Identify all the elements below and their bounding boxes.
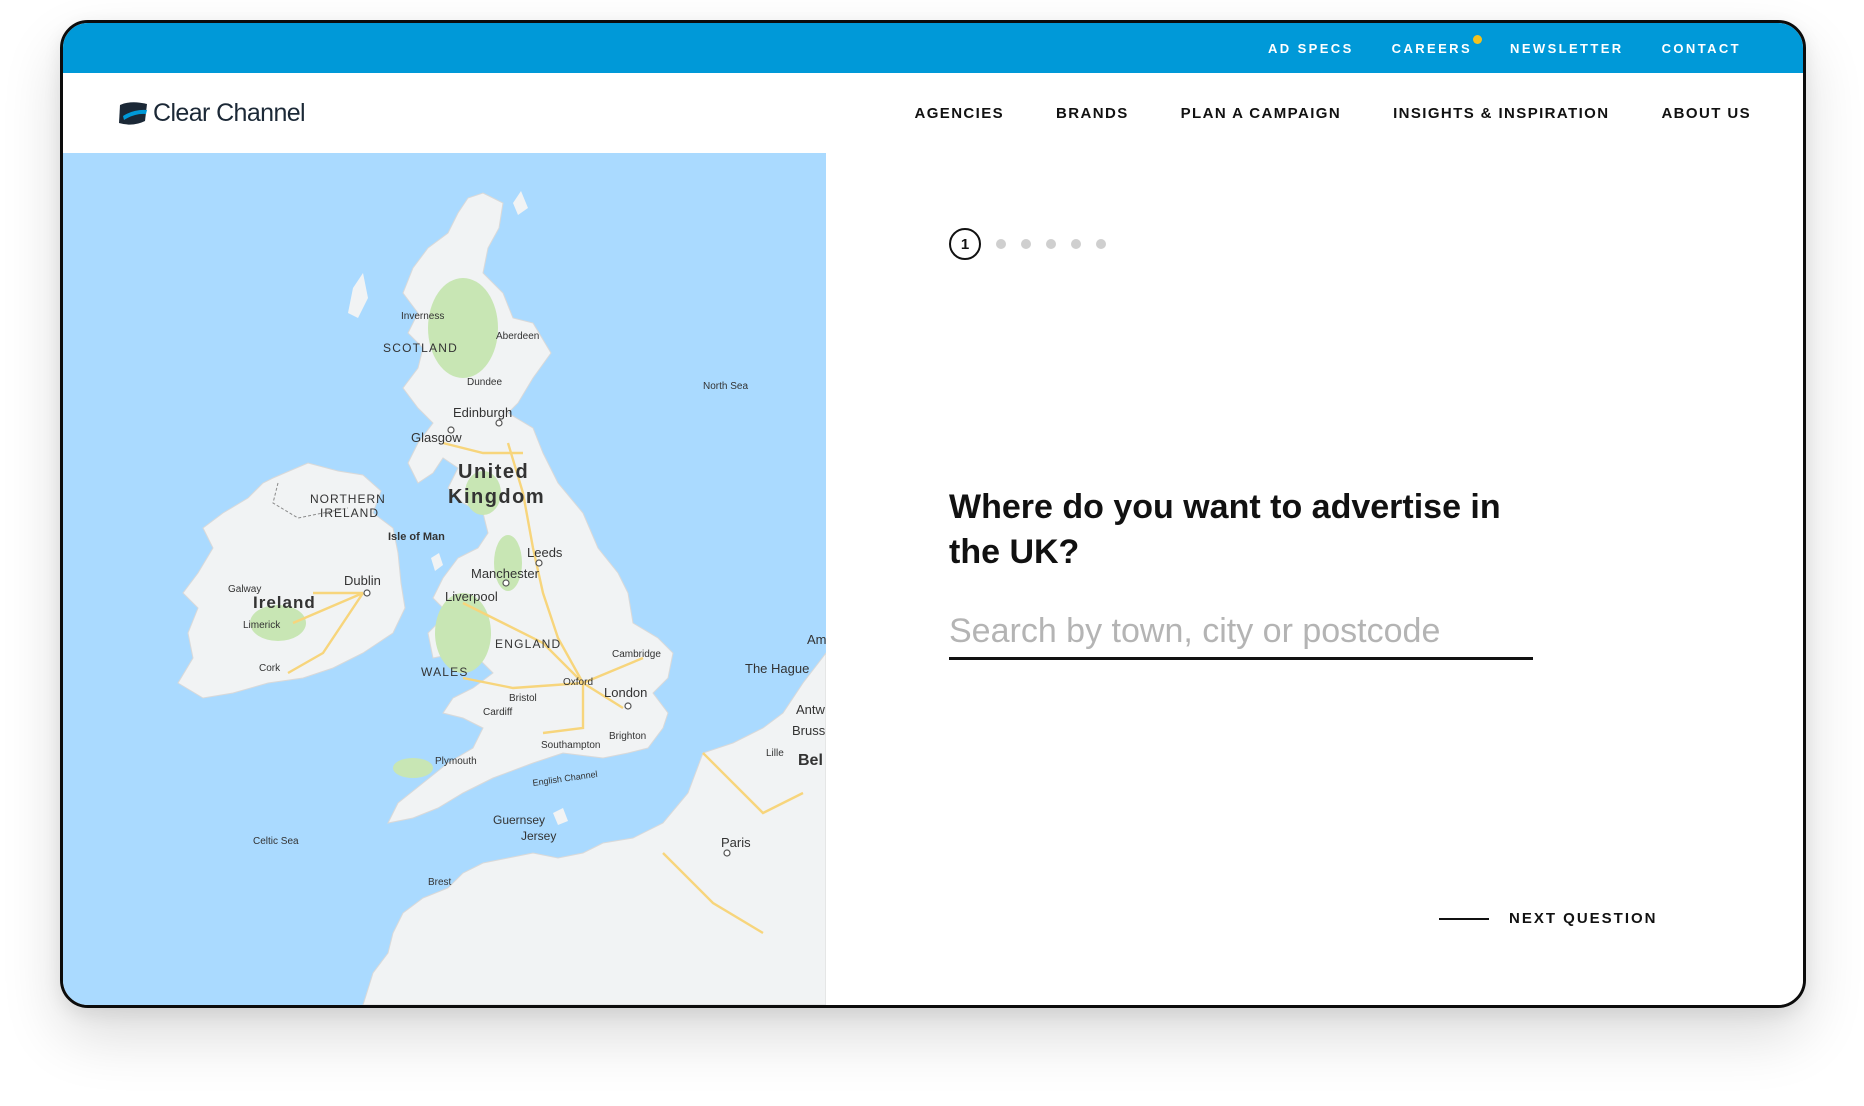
label-celtic-sea: Celtic Sea [253, 836, 299, 847]
label-dundee: Dundee [467, 377, 502, 388]
label-aberdeen: Aberdeen [496, 331, 539, 342]
marker-edinburgh [495, 419, 503, 427]
label-jersey: Jersey [521, 829, 556, 843]
wales-green [435, 593, 491, 673]
next-question-button[interactable]: NEXT QUESTION [1439, 910, 1658, 927]
question-heading: Where do you want to advertise in the UK… [949, 488, 1501, 571]
location-search-input[interactable] [949, 609, 1533, 653]
logo-text: Clear Channel [153, 99, 306, 127]
next-question-label: NEXT QUESTION [1509, 910, 1658, 927]
utility-bar: AD SPECS CAREERS NEWSLETTER CONTACT [63, 23, 1803, 73]
label-london: London [604, 685, 647, 700]
label-edinburgh: Edinburgh [453, 405, 512, 420]
marker-dublin [363, 589, 371, 597]
utility-links: AD SPECS CAREERS NEWSLETTER CONTACT [1230, 23, 1741, 73]
main-nav: AGENCIES BRANDS PLAN A CAMPAIGN INSIGHTS… [862, 73, 1751, 153]
label-guernsey: Guernsey [493, 813, 545, 827]
label-the-hague: The Hague [745, 661, 809, 676]
label-bel: Bel [798, 752, 823, 769]
clear-channel-swoosh-icon [119, 101, 147, 125]
channel-islands-landmass [553, 808, 568, 825]
uk-map[interactable]: Inverness Aberdeen SCOTLAND Dundee North… [63, 153, 826, 1005]
logo[interactable]: Clear Channel [117, 99, 306, 128]
step-dot-5 [1071, 239, 1081, 249]
label-wales: WALES [421, 665, 469, 679]
map-canvas: Inverness Aberdeen SCOTLAND Dundee North… [177, 191, 826, 1005]
nav-brands[interactable]: BRANDS [1056, 105, 1129, 122]
label-cardiff: Cardiff [483, 707, 512, 718]
label-manchester: Manchester [471, 566, 540, 581]
marker-london [624, 702, 632, 710]
browser-frame: AD SPECS CAREERS NEWSLETTER CONTACT Clea… [60, 20, 1806, 1008]
label-leeds: Leeds [527, 545, 563, 560]
label-english-channel: English Channel [532, 769, 598, 788]
label-bristol: Bristol [509, 693, 537, 704]
dartmoor-green [393, 758, 433, 778]
label-southampton: Southampton [541, 740, 601, 751]
label-united: United [458, 461, 529, 483]
wizard-panel: 1 Where do you want to advertise in the … [826, 153, 1803, 1005]
label-limerick: Limerick [243, 620, 281, 631]
notification-dot [1473, 34, 1483, 44]
step-dot-3 [1021, 239, 1031, 249]
highlands-green [428, 278, 498, 378]
marker-manchester [502, 579, 510, 587]
careers-label: CAREERS [1391, 40, 1473, 56]
great-britain-landmass [387, 192, 674, 824]
label-england: ENGLAND [495, 637, 561, 651]
marker-leeds [535, 559, 543, 567]
utility-link-careers[interactable]: CAREERS [1391, 34, 1483, 56]
label-cork: Cork [259, 663, 281, 674]
next-line-icon [1439, 917, 1489, 920]
label-paris: Paris [721, 835, 751, 850]
nav-plan-a-campaign[interactable]: PLAN A CAMPAIGN [1181, 105, 1341, 122]
label-scotland: SCOTLAND [383, 341, 458, 355]
nav-insights-inspiration[interactable]: INSIGHTS & INSPIRATION [1393, 105, 1609, 122]
isle-of-man-landmass [431, 553, 443, 571]
label-glasgow: Glasgow [411, 430, 462, 445]
hebrides-landmass [348, 273, 368, 318]
label-northern-ireland: IRELAND [320, 506, 379, 520]
main-header: Clear Channel AGENCIES BRANDS PLAN A CAM… [63, 73, 1803, 154]
search-field [949, 609, 1533, 660]
label-lille: Lille [766, 748, 784, 759]
label-oxford: Oxford [563, 677, 593, 688]
label-northern: NORTHERN [310, 492, 386, 506]
label-bruss: Bruss [792, 723, 826, 738]
label-liverpool: Liverpool [445, 589, 498, 604]
label-cambridge: Cambridge [612, 649, 661, 660]
label-kingdom: Kingdom [448, 486, 545, 508]
step-dot-6 [1096, 239, 1106, 249]
label-plymouth: Plymouth [435, 756, 477, 767]
utility-link-newsletter[interactable]: NEWSLETTER [1510, 41, 1624, 56]
utility-link-contact[interactable]: CONTACT [1662, 41, 1741, 56]
label-brest: Brest [428, 877, 452, 888]
nav-agencies[interactable]: AGENCIES [914, 105, 1004, 122]
label-am: Am [807, 632, 826, 647]
label-dublin: Dublin [344, 573, 381, 588]
step-dot-4 [1046, 239, 1056, 249]
label-ireland: Ireland [253, 593, 316, 612]
label-antw: Antw [796, 702, 826, 717]
label-north-sea: North Sea [703, 381, 748, 392]
step-indicator: 1 [949, 228, 1106, 260]
current-step: 1 [949, 228, 981, 260]
utility-link-ad-specs[interactable]: AD SPECS [1268, 41, 1354, 56]
step-dot-2 [996, 239, 1006, 249]
label-isle-of-man: Isle of Man [388, 531, 445, 543]
marker-glasgow [447, 426, 455, 434]
marker-paris [723, 849, 731, 857]
label-inverness: Inverness [401, 311, 444, 322]
nav-about-us[interactable]: ABOUT US [1661, 105, 1751, 122]
label-brighton: Brighton [609, 731, 646, 742]
shetland-landmass [513, 191, 528, 215]
